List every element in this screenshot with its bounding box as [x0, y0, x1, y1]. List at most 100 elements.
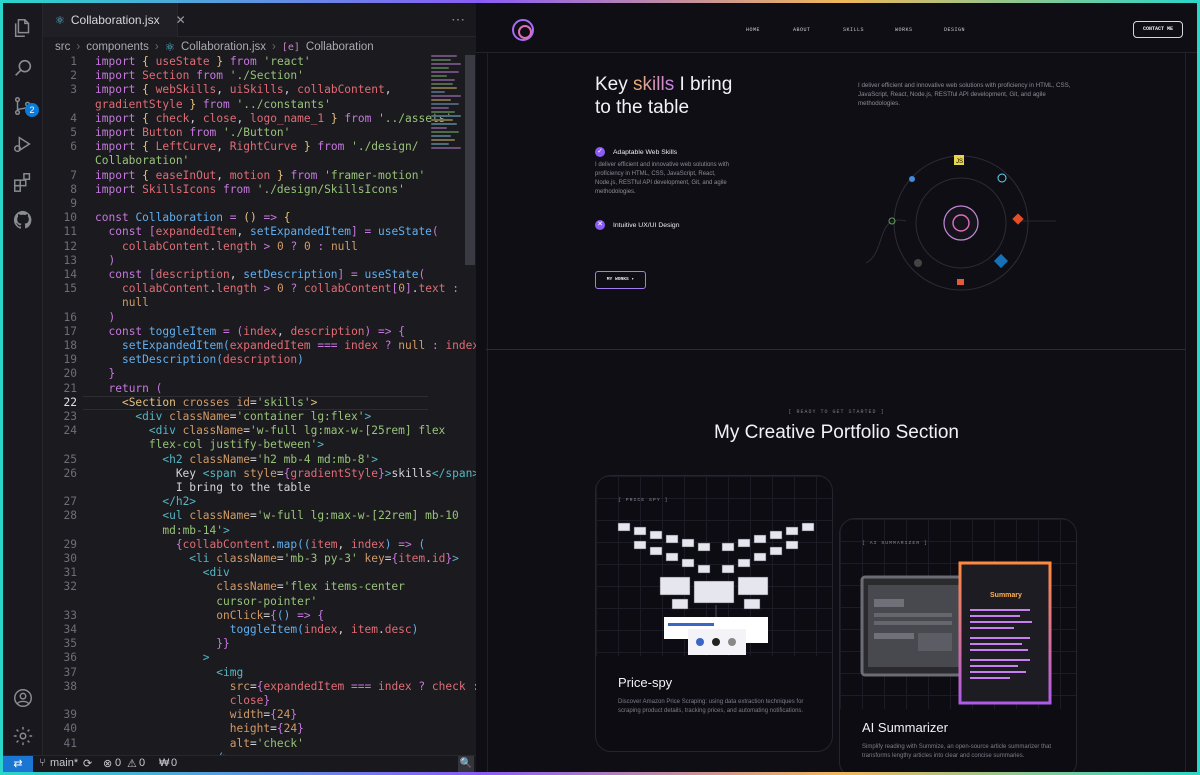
run-debug-icon[interactable] — [12, 133, 34, 155]
code-line[interactable]: <div className='w-full lg:max-w-[25rem] … — [95, 424, 445, 437]
sync-icon[interactable]: ⟳ — [83, 757, 92, 770]
line-number: 25 — [63, 452, 77, 466]
breadcrumb-components[interactable]: components — [86, 41, 149, 53]
code-line[interactable]: onClick={() => { — [95, 609, 324, 622]
activity-bar: 2 — [3, 3, 43, 755]
window-frame: 2 ⚛ Collaboration.jsx ✕ ⋯ src › componen… — [0, 0, 1200, 775]
nav-about[interactable]: ABOUT — [793, 27, 811, 33]
ports-count[interactable]: 0 — [171, 757, 177, 769]
warning-count[interactable]: 0 — [139, 757, 145, 769]
branch-icon[interactable]: ⑂ — [39, 757, 46, 769]
project-card-price-spy[interactable]: [ PRICE SPY ] Price-spy Discover Amazon … — [595, 475, 833, 752]
code-line[interactable]: className='flex items-center — [95, 580, 405, 593]
breadcrumb-symbol[interactable]: Collaboration — [306, 41, 374, 53]
code-line[interactable]: import { LeftCurve, RightCurve } from '.… — [95, 140, 418, 153]
branch-name[interactable]: main* — [50, 757, 78, 769]
code-line[interactable]: cursor-pointer' — [95, 595, 317, 608]
more-actions-icon[interactable]: ⋯ — [451, 11, 466, 28]
code-line[interactable]: width={24} — [95, 708, 297, 721]
breadcrumb-src[interactable]: src — [55, 41, 70, 53]
github-icon[interactable] — [12, 209, 34, 231]
code-line[interactable]: md:mb-14'> — [95, 524, 229, 537]
nav-skills[interactable]: SKILLS — [843, 27, 864, 33]
code-line[interactable]: <div className='container lg:flex'> — [95, 410, 371, 423]
nav-design[interactable]: DESIGN — [944, 27, 965, 33]
tab-collaboration-jsx[interactable]: ⚛ Collaboration.jsx ✕ — [43, 3, 186, 37]
code-line[interactable]: import Button from './Button' — [95, 126, 290, 139]
editor-scrollbar[interactable] — [465, 55, 475, 265]
code-line[interactable]: {collabContent.map((item, index) => ( — [95, 538, 425, 551]
close-tab-icon[interactable]: ✕ — [176, 13, 186, 27]
error-count[interactable]: 0 — [115, 757, 121, 769]
code-line[interactable]: const [expandedItem, setExpandedItem] = … — [95, 225, 438, 238]
code-line[interactable]: import { useState } from 'react' — [95, 55, 311, 68]
warning-icon[interactable]: ⚠ — [127, 757, 137, 770]
code-line[interactable]: }} — [95, 637, 229, 650]
code-line[interactable]: import { check, close, logo_name_1 } fro… — [95, 112, 452, 125]
error-icon[interactable]: ⊗ — [103, 757, 112, 770]
search-icon[interactable] — [12, 57, 34, 79]
line-number: 23 — [63, 410, 77, 423]
code-line[interactable]: <li className='mb-3 py-3' key={item.id}> — [95, 552, 459, 565]
code-line[interactable]: Key <span style={gradientStyle}>skills</… — [95, 467, 479, 480]
code-line[interactable]: I bring to the table — [95, 481, 311, 494]
feature-web-skills[interactable]: ✓ Adaptable Web Skills — [595, 147, 677, 157]
code-line[interactable]: setExpandedItem(expandedItem === index ?… — [95, 339, 486, 352]
code-line[interactable]: collabContent.length > 0 ? collabContent… — [95, 282, 459, 295]
line-number: 34 — [63, 623, 77, 636]
line-number: 1 — [70, 55, 77, 68]
breadcrumb-file[interactable]: Collaboration.jsx — [181, 41, 266, 53]
code-line[interactable]: collabContent.length > 0 ? 0 : null — [95, 240, 358, 253]
code-line[interactable]: const [description, setDescription] = us… — [95, 268, 425, 281]
skills-heading: Key skills I bring to the table — [595, 74, 733, 118]
code-line[interactable]: gradientStyle } from '../constants' — [95, 98, 331, 111]
ports-icon[interactable]: ₩ — [159, 757, 169, 769]
contact-button[interactable]: CONTACT ME — [1133, 21, 1183, 38]
code-line[interactable]: <h2 className='h2 mb-4 md:mb-8'> — [95, 453, 378, 466]
code-line[interactable]: src={expandedItem === index ? check : — [95, 680, 479, 693]
feature-ux-design[interactable]: ✕ Intuitive UX/UI Design — [595, 220, 680, 230]
code-line[interactable]: close} — [95, 694, 270, 707]
code-line[interactable]: const toggleItem = (index, description) … — [95, 325, 405, 338]
code-line[interactable]: Collaboration' — [95, 154, 189, 167]
nav-home[interactable]: HOME — [746, 27, 760, 33]
site-logo[interactable] — [512, 19, 534, 41]
line-number: 37 — [63, 665, 77, 679]
nav-works[interactable]: WORKS — [895, 27, 913, 33]
code-line[interactable]: height={24} — [95, 722, 304, 735]
react-file-icon: ⚛ — [164, 42, 175, 54]
code-line[interactable]: import { webSkills, uiSkills, collabCont… — [95, 83, 391, 96]
code-line[interactable]: toggleItem(index, item.desc) — [95, 623, 419, 636]
code-line[interactable]: setDescription(description) — [95, 353, 304, 366]
my-works-button[interactable]: MY WORKS ▸ — [595, 271, 646, 289]
account-icon[interactable] — [12, 687, 34, 709]
code-line[interactable]: } — [95, 367, 115, 380]
remote-icon[interactable]: ⇄ — [3, 756, 33, 772]
code-line[interactable]: <Section crosses id='skills'> — [95, 396, 317, 409]
code-line[interactable]: </h2> — [95, 495, 196, 508]
zoom-icon[interactable]: 🔍 — [458, 756, 474, 772]
settings-gear-icon[interactable] — [12, 725, 34, 747]
line-number: 12 — [63, 239, 77, 253]
line-number: 26 — [63, 466, 77, 480]
code-line[interactable]: <ul className='w-full lg:max-w-[22rem] m… — [95, 509, 458, 522]
code-line[interactable]: null — [95, 296, 149, 309]
minimap[interactable] — [431, 55, 465, 205]
code-line[interactable]: <img — [95, 666, 243, 679]
scm-count-badge: 2 — [25, 103, 39, 117]
code-line[interactable]: alt='check' — [95, 737, 304, 750]
extensions-icon[interactable] — [12, 171, 34, 193]
code-line[interactable]: import Section from './Section' — [95, 69, 304, 82]
code-line[interactable]: import { easeInOut, motion } from 'frame… — [95, 169, 425, 182]
code-line[interactable]: return ( — [95, 382, 162, 395]
code-line[interactable]: <div — [95, 566, 230, 579]
code-line[interactable]: const Collaboration = () => { — [95, 211, 290, 224]
code-line[interactable]: ) — [95, 311, 115, 324]
code-line[interactable]: > — [95, 651, 210, 664]
explorer-icon[interactable] — [12, 17, 34, 39]
code-line[interactable]: flex-col justify-between'> — [95, 438, 324, 451]
project-card-ai-summarizer[interactable]: [ AI SUMMARIZER ] Summary AI Summarizer … — [839, 518, 1077, 772]
code-line[interactable]: import SkillsIcons from './design/Skills… — [95, 183, 405, 196]
line-number: 27 — [63, 495, 77, 509]
code-line[interactable]: ) — [95, 254, 115, 267]
